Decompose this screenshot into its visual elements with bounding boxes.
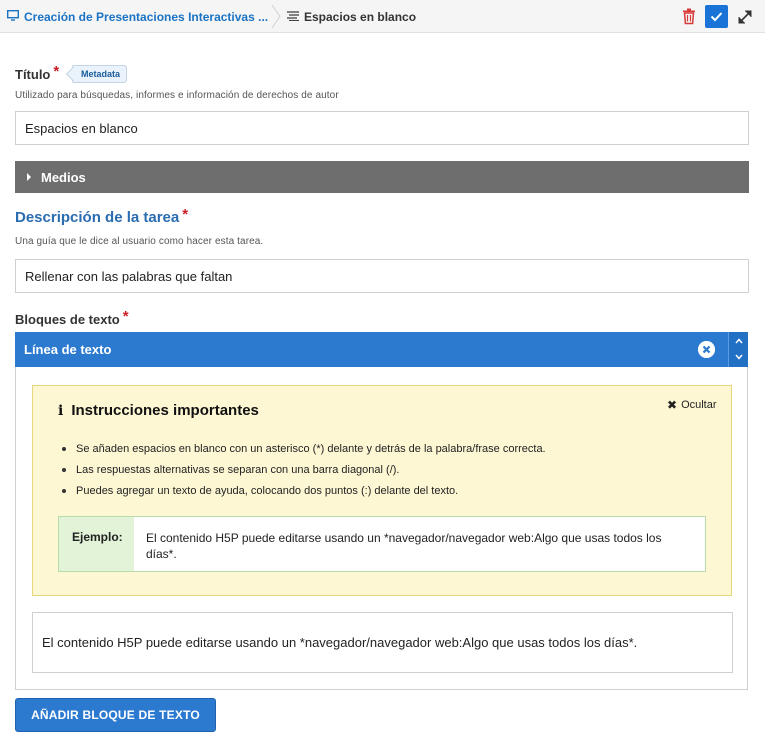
title-label-text: Título <box>15 67 51 82</box>
close-circle-icon <box>698 341 715 358</box>
bullet-icon <box>62 467 66 472</box>
example-box: Ejemplo: El contenido H5P puede editarse… <box>58 516 706 572</box>
block-order-controls <box>728 332 748 367</box>
metadata-button[interactable]: Metadata <box>72 65 128 83</box>
breadcrumb-current-label: Espacios en blanco <box>304 9 417 24</box>
fullscreen-icon <box>738 10 752 24</box>
example-label: Ejemplo: <box>59 517 134 571</box>
hide-instructions-button[interactable]: ✖ Ocultar <box>667 398 717 412</box>
text-blocks-label: Bloques de texto * <box>15 308 129 328</box>
breadcrumb-parent[interactable]: Creación de Presentaciones Interactivas … <box>0 0 278 33</box>
text-block-title: Línea de texto <box>24 342 112 357</box>
task-description-label: Descripción de la tarea * <box>15 206 189 226</box>
fullscreen-button[interactable] <box>736 8 754 26</box>
info-icon: i <box>58 402 64 419</box>
hide-label: Ocultar <box>681 399 717 411</box>
list-item-text: Las respuestas alternativas se separan c… <box>76 463 400 476</box>
trash-icon <box>683 8 695 25</box>
text-block-header[interactable]: Línea de texto <box>15 332 748 367</box>
remove-block-button[interactable] <box>698 341 715 358</box>
add-text-block-button[interactable]: AÑADIR BLOQUE DE TEXTO <box>15 698 216 732</box>
delete-button[interactable] <box>682 8 696 25</box>
media-section-toggle[interactable]: Medios <box>15 161 749 193</box>
title-field-label: Título * <box>15 63 60 83</box>
list-item: Las respuestas alternativas se separan c… <box>58 459 546 480</box>
example-text: El contenido H5P puede editarse usando u… <box>146 531 662 561</box>
breadcrumb-current: Espacios en blanco <box>287 0 416 33</box>
list-item-text: Se añaden espacios en blanco con un aste… <box>76 442 546 455</box>
save-button[interactable] <box>705 5 728 28</box>
list-item: Se añaden espacios en blanco con un aste… <box>58 438 546 459</box>
required-mark: * <box>182 206 189 223</box>
instructions-title: i Instrucciones importantes <box>58 402 259 419</box>
list-item: Puedes agregar un texto de ayuda, coloca… <box>58 480 546 501</box>
metadata-button-label: Metadata <box>81 69 121 79</box>
media-label: Medios <box>41 169 86 185</box>
bullet-icon <box>62 446 66 451</box>
bullet-icon <box>62 488 66 493</box>
chevron-up-icon[interactable] <box>734 337 744 345</box>
text-blocks-label-text: Bloques de texto <box>15 312 120 327</box>
title-help-text: Utilizado para búsquedas, informes e inf… <box>15 90 339 101</box>
editor-topbar: Creación de Presentaciones Interactivas … <box>0 0 765 33</box>
title-input[interactable]: Espacios en blanco <box>15 111 749 145</box>
close-icon: ✖ <box>667 398 678 412</box>
required-mark: * <box>53 63 60 80</box>
list-icon <box>287 8 299 26</box>
breadcrumb-separator-icon <box>271 4 281 29</box>
presentation-icon <box>6 8 20 26</box>
chevron-down-icon[interactable] <box>734 353 744 361</box>
text-block-input[interactable]: El contenido H5P puede editarse usando u… <box>32 612 733 673</box>
breadcrumb-parent-label: Creación de Presentaciones Interactivas … <box>24 9 269 24</box>
check-icon <box>710 12 723 22</box>
task-description-help: Una guía que le dice al usuario como hac… <box>15 236 264 247</box>
required-mark: * <box>122 308 129 325</box>
list-item-text: Puedes agregar un texto de ayuda, coloca… <box>76 484 459 497</box>
instructions-list: Se añaden espacios en blanco con un aste… <box>58 438 546 501</box>
caret-right-icon <box>27 173 31 181</box>
instructions-title-text: Instrucciones importantes <box>71 402 259 419</box>
task-description-input[interactable]: Rellenar con las palabras que faltan <box>15 259 749 293</box>
task-description-label-text: Descripción de la tarea <box>15 209 180 226</box>
